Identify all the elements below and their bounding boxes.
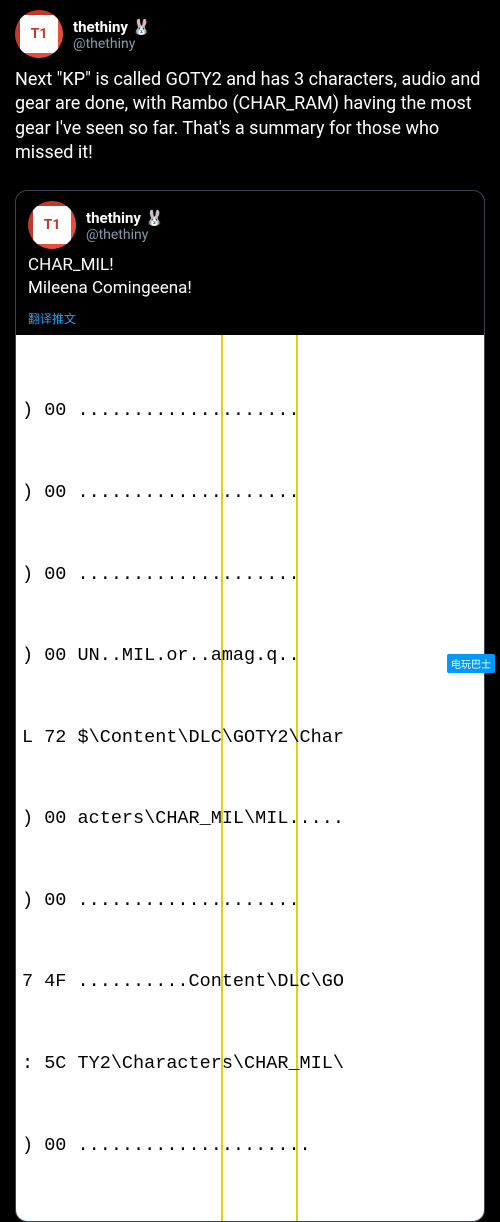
avatar-text: T1	[31, 28, 48, 41]
avatar[interactable]: T1	[28, 201, 76, 249]
handle: @thethiny	[73, 36, 151, 52]
quoted-body: CHAR_MIL! Mileena Comingeena!	[16, 254, 484, 300]
tweet-header: T1 thethiny 🐰 @thethiny	[15, 10, 485, 58]
handle: @thethiny	[86, 227, 164, 243]
avatar-text: T1	[44, 219, 61, 232]
body-line-1: CHAR_MIL!	[28, 254, 472, 277]
quoted-header: T1 thethiny 🐰 @thethiny	[16, 191, 484, 254]
hex-row: : 5C TY2\Characters\CHAR_MIL\	[22, 1050, 484, 1077]
user-info[interactable]: thethiny 🐰 @thethiny	[86, 208, 164, 243]
hex-row: ) 00 ....................	[22, 561, 484, 588]
hex-row: ) 00 ....................	[22, 397, 484, 424]
body-line-2: Mileena Comingeena!	[28, 277, 472, 300]
avatar[interactable]: T1	[15, 10, 63, 58]
quoted-tweet[interactable]: T1 thethiny 🐰 @thethiny CHAR_MIL! Mileen…	[15, 190, 485, 1222]
hex-row: ) 00 ....................	[22, 479, 484, 506]
hex-row: ) 00 ....................	[22, 887, 484, 914]
hex-content: ) 00 .................... ) 00 .........…	[16, 343, 484, 1213]
display-name: thethiny	[86, 209, 141, 227]
hex-row: ) 00 UN..MIL.or..amag.q..	[22, 642, 484, 669]
hex-row: ) 00 .....................	[22, 1132, 484, 1159]
rabbit-icon: 🐰	[132, 18, 151, 36]
hex-row: ) 00 acters\CHAR_MIL\MIL.....	[22, 805, 484, 832]
translate-link[interactable]: 翻译推文	[16, 310, 484, 335]
hex-row: L 72 $\Content\DLC\GOTY2\Char	[22, 724, 484, 751]
watermark: 电玩巴士	[447, 654, 495, 673]
hex-row: 7 4F ..........Content\DLC\GO	[22, 968, 484, 995]
display-name: thethiny	[73, 18, 128, 36]
rabbit-icon: 🐰	[145, 209, 164, 227]
tweet-body: Next "KP" is called GOTY2 and has 3 char…	[15, 68, 485, 165]
user-info[interactable]: thethiny 🐰 @thethiny	[73, 17, 151, 52]
hex-dump-image[interactable]: ) 00 .................... ) 00 .........…	[16, 335, 484, 1221]
tweet-1: T1 thethiny 🐰 @thethiny Next "KP" is cal…	[0, 0, 500, 185]
